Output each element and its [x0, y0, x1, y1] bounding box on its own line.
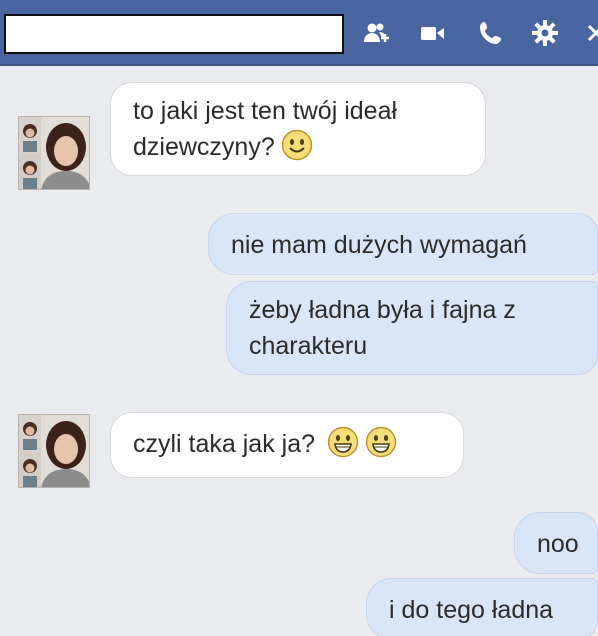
- smiley-emoji-icon: [281, 129, 313, 161]
- message-text: żeby ładna była i fajna z: [249, 296, 516, 324]
- gear-icon[interactable]: [530, 18, 560, 48]
- message-bubble-outgoing[interactable]: noo: [514, 512, 598, 574]
- message-text: czyli taka jak ja?: [133, 430, 316, 458]
- grin-emoji-icon: [365, 426, 397, 458]
- message-thread: to jaki jest ten twój ideał dziewczyny? …: [0, 68, 598, 636]
- avatar[interactable]: [18, 116, 90, 190]
- message-bubble-outgoing[interactable]: żeby ładna była i fajna z charakteru: [226, 281, 598, 375]
- message-bubble-outgoing[interactable]: i do tego ładna: [366, 578, 598, 636]
- close-icon[interactable]: [584, 18, 598, 48]
- message-bubble-incoming[interactable]: to jaki jest ten twój ideał dziewczyny?: [110, 82, 486, 176]
- message-bubble-outgoing[interactable]: nie mam dużych wymagań: [208, 213, 598, 275]
- message-bubble-incoming[interactable]: czyli taka jak ja?: [110, 412, 464, 478]
- grin-emoji-icon: [327, 426, 359, 458]
- message-text: to jaki jest ten twój ideał: [133, 97, 398, 125]
- video-call-icon[interactable]: [418, 18, 448, 48]
- add-people-icon[interactable]: [362, 18, 392, 48]
- message-text: dziewczyny?: [133, 133, 275, 161]
- message-text: nie mam dużych wymagań: [231, 231, 527, 259]
- phone-call-icon[interactable]: [476, 18, 506, 48]
- avatar[interactable]: [18, 414, 90, 488]
- contact-name-box[interactable]: [4, 14, 344, 54]
- message-text: noo: [537, 530, 579, 558]
- message-text: i do tego ładna: [389, 596, 554, 624]
- chat-header: [0, 0, 598, 66]
- message-text: charakteru: [249, 332, 368, 360]
